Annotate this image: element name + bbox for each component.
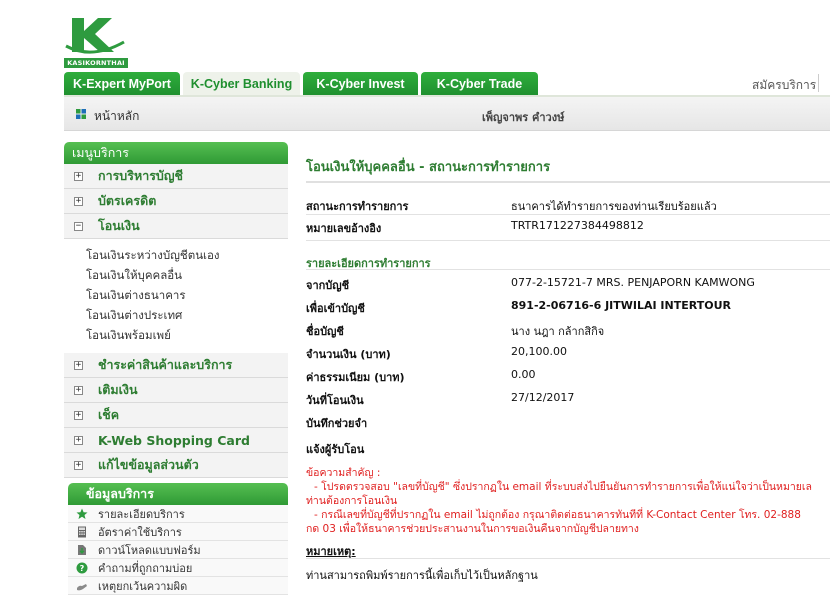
menu-top-up[interactable]: + เติมเงิน [64, 378, 288, 403]
menu-label: ชำระค่าสินค้าและบริการ [98, 357, 233, 372]
row-divider [306, 558, 830, 559]
menu-label: K-Web Shopping Card [98, 432, 250, 448]
service-menu: เมนูบริการ + การบริหารบัญชี + บัตรเครดิต… [64, 142, 288, 478]
service-menu-header: เมนูบริการ [64, 142, 288, 164]
tab-k-cyber-invest[interactable]: K-Cyber Invest [303, 72, 418, 96]
calculator-icon [78, 526, 86, 537]
row-divider [306, 240, 830, 241]
sub-header-bar: หน้าหลัก เพ็ญจาพร คำวงษ์ [64, 97, 830, 131]
info-label: เหตุยกเว้นความผิด [98, 579, 188, 593]
detail-value: 077-2-15721-7 MRS. PENJAPORN KAMWONG [511, 276, 755, 289]
detail-label: จำนวนเงิน (บาท) [306, 348, 391, 361]
menu-label: แก้ไขข้อมูลส่วนตัว [98, 457, 199, 472]
menu-label: บัตรเครดิต [98, 193, 157, 208]
status-value: ธนาคารได้ทำรายการของท่านเรียบร้อยแล้ว [511, 200, 717, 213]
detail-label: บันทึกช่วยจำ [306, 417, 368, 430]
home-link[interactable]: หน้าหลัก [94, 107, 139, 126]
menu-account-management[interactable]: + การบริหารบัญชี [64, 164, 288, 189]
expand-icon: + [74, 384, 83, 395]
register-link[interactable]: สมัครบริการ [752, 76, 816, 95]
menu-label: โอนเงิน [98, 218, 140, 233]
transfer-submenu: โอนเงินระหว่างบัญชีตนเอง โอนเงินให้บุคคล… [64, 239, 288, 353]
menu-label: การบริหารบัญชี [98, 168, 183, 183]
home-icon [76, 109, 86, 119]
menu-k-web-shopping-card[interactable]: + K-Web Shopping Card [64, 428, 288, 453]
tab-k-expert-myport[interactable]: K-Expert MyPort [64, 72, 180, 96]
menu-label: เติมเงิน [98, 382, 138, 397]
submenu-transfer-other-bank[interactable]: โอนเงินต่างธนาคาร [86, 285, 288, 305]
kasikorn-logo[interactable]: KASIKORNTHAI [64, 14, 128, 68]
detail-label: แจ้งผู้รับโอน [306, 443, 365, 456]
row-divider [306, 269, 830, 270]
info-service-fees[interactable]: อัตราค่าใช้บริการ [68, 523, 288, 541]
main-nav: K-Expert MyPort K-Cyber Banking K-Cyber … [64, 72, 538, 96]
download-icon [78, 544, 86, 555]
collapse-icon: − [74, 220, 83, 231]
expand-icon: + [74, 434, 83, 445]
menu-cheque[interactable]: + เช็ค [64, 403, 288, 428]
menu-label: เช็ค [98, 407, 120, 422]
expand-icon: + [74, 409, 83, 420]
menu-bill-payment[interactable]: + ชำระค่าสินค้าและบริการ [64, 353, 288, 378]
reference-label: หมายเลขอ้างอิง [306, 222, 382, 235]
info-label: ดาวน์โหลดแบบฟอร์ม [98, 543, 201, 557]
hand-icon [77, 583, 87, 590]
nav-divider [818, 74, 819, 92]
service-info-header: ข้อมูลบริการ [68, 483, 288, 505]
detail-value: 891-2-06716-6 JITWILAI INTERTOUR [511, 299, 731, 312]
detail-label: ชื่อบัญชี [306, 325, 344, 338]
tab-k-cyber-banking[interactable]: K-Cyber Banking [183, 72, 300, 96]
info-label: รายละเอียดบริการ [98, 507, 185, 521]
detail-label: วันที่โอนเงิน [306, 394, 364, 407]
expand-icon: + [74, 359, 83, 370]
expand-icon: + [74, 459, 83, 470]
detail-value: นาง นฎา กล้ากสิกิจ [511, 325, 605, 338]
submenu-transfer-own-account[interactable]: โอนเงินระหว่างบัญชีตนเอง [86, 245, 288, 265]
reference-value: TRTR171227384498812 [511, 219, 644, 232]
info-label: อัตราค่าใช้บริการ [98, 525, 182, 539]
submenu-transfer-international[interactable]: โอนเงินต่างประเทศ [86, 305, 288, 325]
detail-value: 27/12/2017 [511, 391, 575, 404]
print-note: ท่านสามารถพิมพ์รายการนี้เพื่อเก็บไว้เป็น… [306, 569, 538, 582]
info-disclaimer[interactable]: เหตุยกเว้นความผิด [68, 577, 288, 595]
status-label: สถานะการทำรายการ [306, 200, 409, 213]
service-info-box: ข้อมูลบริการ รายละเอียดบริการ อัตราค่าใช… [68, 483, 288, 595]
menu-transfer[interactable]: − โอนเงิน [64, 214, 288, 239]
detail-value: 0.00 [511, 368, 536, 381]
important-note-2-cont: กด 03 เพื่อให้ธนาคารช่วยประสานงานในการขอ… [306, 523, 639, 535]
detail-value: 20,100.00 [511, 345, 567, 358]
detail-label: เพื่อเข้าบัญชี [306, 302, 365, 315]
submenu-transfer-promptpay[interactable]: โอนเงินพร้อมเพย์ [86, 325, 288, 345]
detail-label: ค่าธรรมเนียม (บาท) [306, 371, 405, 384]
row-divider [306, 214, 830, 215]
info-download-forms[interactable]: ดาวน์โหลดแบบฟอร์ม [68, 541, 288, 559]
star-icon [76, 508, 88, 519]
expand-icon: + [74, 170, 83, 181]
title-divider [306, 181, 830, 183]
logo-text: KASIKORNTHAI [64, 58, 128, 68]
question-icon: ? [76, 562, 88, 573]
tab-k-cyber-trade[interactable]: K-Cyber Trade [421, 72, 538, 96]
k-logo-icon [65, 18, 125, 54]
expand-icon: + [74, 195, 83, 206]
svg-text:?: ? [80, 564, 85, 573]
user-name: เพ็ญจาพร คำวงษ์ [482, 111, 565, 124]
info-faq[interactable]: ? คำถามที่ถูกถามบ่อย [68, 559, 288, 577]
info-label: คำถามที่ถูกถามบ่อย [98, 561, 193, 575]
menu-credit-card[interactable]: + บัตรเครดิต [64, 189, 288, 214]
menu-edit-profile[interactable]: + แก้ไขข้อมูลส่วนตัว [64, 453, 288, 478]
page: KASIKORNTHAI K-Expert MyPort K-Cyber Ban… [0, 0, 830, 597]
info-service-details[interactable]: รายละเอียดบริการ [68, 505, 288, 523]
detail-label: จากบัญชี [306, 279, 350, 292]
page-title: โอนเงินให้บุคคลอื่น - สถานะการทำรายการ [306, 160, 551, 175]
submenu-transfer-other-person[interactable]: โอนเงินให้บุคคลอื่น [86, 265, 288, 285]
